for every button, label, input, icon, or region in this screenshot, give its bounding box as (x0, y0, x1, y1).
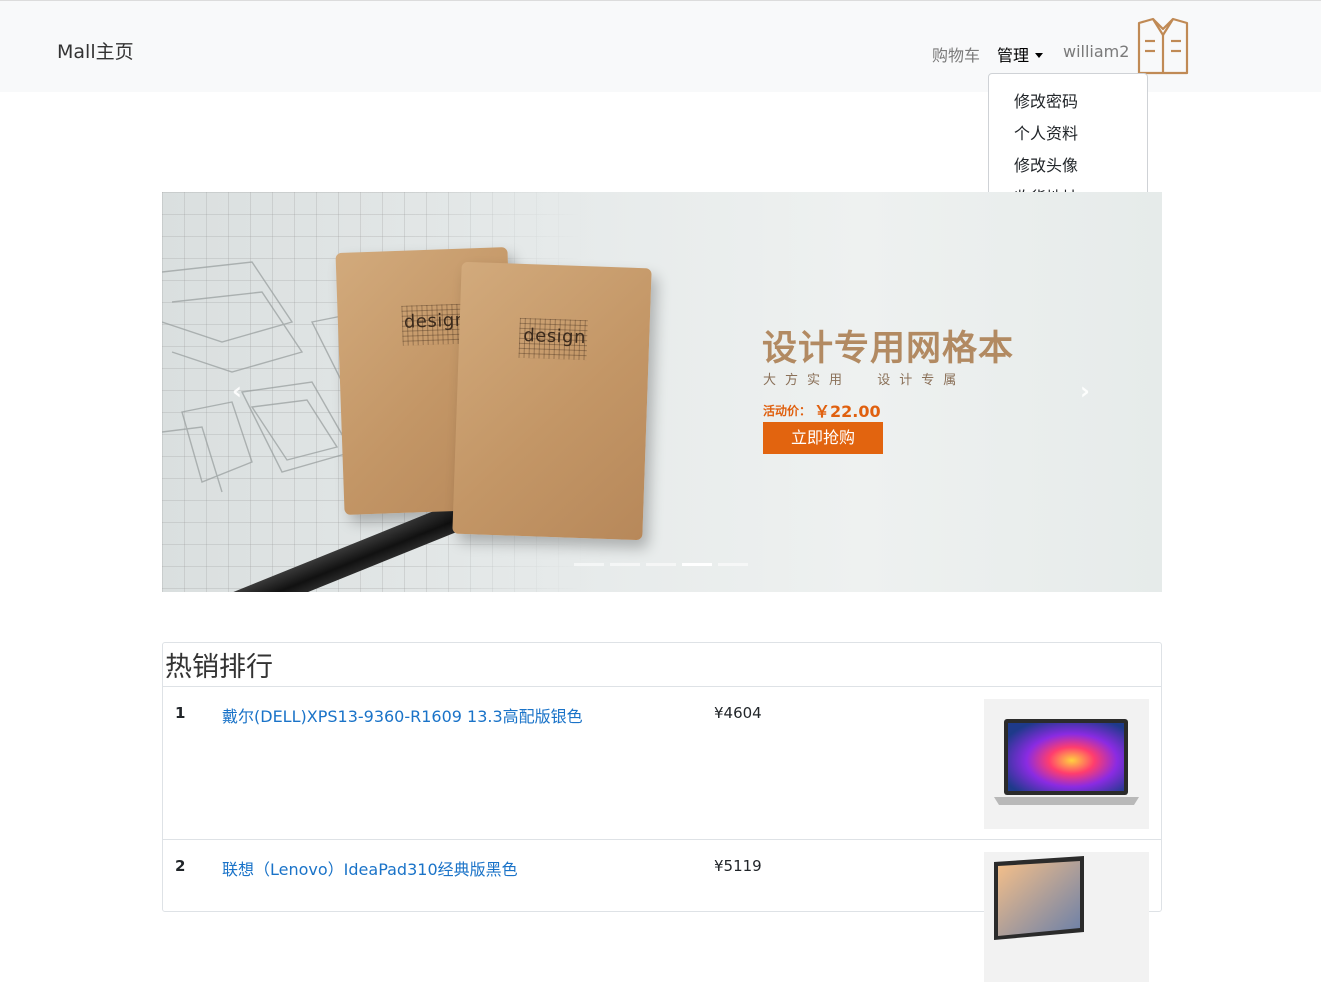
menu-item-change-avatar[interactable]: 修改头像 (1014, 152, 1078, 176)
carousel-indicator[interactable] (646, 563, 676, 566)
carousel-indicators (574, 563, 748, 566)
carousel-next-icon[interactable]: › (1080, 377, 1090, 405)
carousel-prev-icon[interactable]: ‹ (232, 377, 242, 405)
menu-item-change-password[interactable]: 修改密码 (1014, 88, 1078, 112)
caret-down-icon (1035, 53, 1044, 58)
promo-price-label: 活动价： (763, 404, 812, 418)
notebook-logo-text: design (522, 324, 587, 349)
hot-sale-panel: 热销排行 1 戴尔(DELL)XPS13-9360-R1609 13.3高配版银… (162, 642, 1162, 982)
brand-home-link[interactable]: Mall主页 (57, 37, 134, 64)
rank-cell: 1 (175, 704, 186, 722)
notebook-front-image: design (452, 261, 652, 541)
price-cell: ¥5119 (714, 857, 762, 875)
carousel-indicator[interactable] (718, 563, 748, 566)
promo-carousel[interactable]: design design 设计专用网格本 大方实用 设计专属 活动价： ￥22… (162, 192, 1162, 592)
table-row: 2 联想（Lenovo）IdeaPad310经典版黑色 ¥5119 (163, 839, 1161, 993)
promo-price: ￥22.00 (814, 402, 881, 421)
menu-item-profile[interactable]: 个人资料 (1014, 120, 1078, 144)
nav-cart-link[interactable]: 购物车 (932, 42, 980, 66)
carousel-indicator[interactable] (610, 563, 640, 566)
price-cell: ¥4604 (714, 704, 762, 722)
promo-subtitle: 大方实用 设计专属 (763, 373, 966, 388)
carousel-indicator[interactable] (574, 563, 604, 566)
carousel-indicator[interactable] (682, 563, 712, 566)
notebook-logo-text: design (403, 309, 467, 333)
table-row: 1 戴尔(DELL)XPS13-9360-R1609 13.3高配版银色 ¥46… (163, 686, 1161, 840)
promo-title: 设计专用网格本 (762, 329, 1015, 369)
buy-now-button[interactable]: 立即抢购 (763, 422, 883, 454)
rank-cell: 2 (175, 857, 186, 875)
product-link[interactable]: 戴尔(DELL)XPS13-9360-R1609 13.3高配版银色 (222, 703, 583, 727)
nav-username-link[interactable]: william2 (1063, 42, 1129, 61)
product-link[interactable]: 联想（Lenovo）IdeaPad310经典版黑色 (222, 856, 518, 880)
shirt-avatar-icon[interactable] (1136, 17, 1190, 75)
nav-manage-label: 管理 (997, 46, 1030, 65)
panel-title: 热销排行 (165, 652, 273, 683)
nav-manage-dropdown-toggle[interactable]: 管理 (997, 42, 1044, 66)
product-image-laptop[interactable] (984, 852, 1149, 982)
product-image-laptop[interactable] (984, 699, 1149, 829)
